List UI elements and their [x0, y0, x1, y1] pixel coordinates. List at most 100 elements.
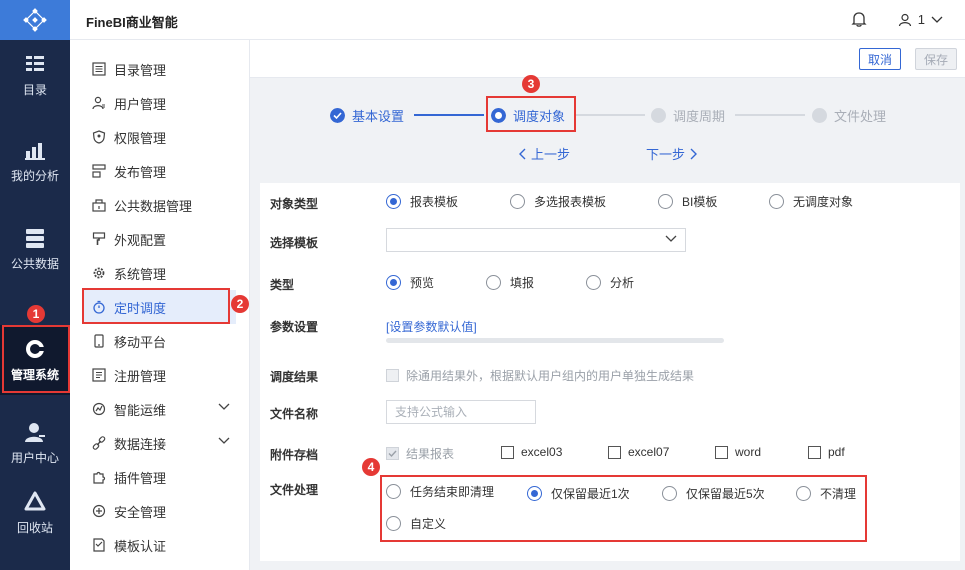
menu-item-system-management[interactable]: 系统管理 — [84, 256, 236, 290]
radio-analysis[interactable]: 分析 — [586, 274, 634, 291]
prev-label: 上一步 — [531, 147, 571, 162]
radio-no-object[interactable]: 无调度对象 — [769, 193, 853, 210]
menu-item-data-connection[interactable]: 数据连接 — [84, 426, 236, 460]
nav-label: 目录 — [22, 82, 47, 97]
step-connector — [414, 114, 484, 116]
menu-item-template-certification[interactable]: 模板认证 — [84, 528, 236, 562]
radio-fill[interactable]: 填报 — [486, 274, 534, 291]
menu-label: 移动平台 — [114, 334, 167, 350]
checkbox-pdf[interactable]: pdf — [808, 445, 845, 459]
step-file-handling[interactable]: 文件处理 — [812, 106, 886, 125]
chevron-left-icon — [519, 148, 526, 159]
nav-item-public-data[interactable]: 公共数据 — [0, 214, 70, 284]
radio-circle — [658, 194, 673, 209]
template-select[interactable] — [386, 228, 686, 252]
menu-item-public-data-management[interactable]: 公共数据管理 — [84, 188, 236, 222]
radio-label: BI模板 — [682, 195, 718, 209]
next-step-link[interactable]: 下一步 — [646, 144, 698, 163]
chevron-down-icon — [931, 16, 943, 23]
menu-label: 用户管理 — [114, 96, 167, 112]
checkbox-result-report[interactable]: 结果报表 — [386, 445, 454, 462]
highlight-box-1 — [2, 325, 70, 393]
checkbox-word[interactable]: word — [715, 445, 761, 459]
checkbox-label: 除通用结果外，根据默认用户组内的用户单独生成结果 — [406, 369, 695, 383]
checkbox-excel03[interactable]: excel03 — [501, 445, 562, 459]
params-label: 参数设置 — [270, 320, 319, 334]
checkbox-box — [715, 445, 728, 459]
nav-label: 回收站 — [16, 520, 53, 535]
radio-circle — [386, 194, 401, 209]
bell-icon[interactable] — [851, 11, 867, 27]
checkbox-excel07[interactable]: excel07 — [608, 445, 669, 459]
analysis-icon — [25, 142, 45, 160]
menu-label: 外观配置 — [114, 232, 167, 248]
cancel-button[interactable]: 取消 — [859, 48, 902, 70]
menu-label: 插件管理 — [114, 470, 167, 486]
radio-circle — [510, 194, 525, 209]
nav-item-user-center[interactable]: 用户中心 — [0, 408, 70, 478]
separate-result-checkbox[interactable]: 除通用结果外，根据默认用户组内的用户单独生成结果 — [386, 367, 694, 384]
menu-label: 发布管理 — [114, 164, 167, 180]
user-name: 1 — [917, 12, 925, 27]
menu-label: 目录管理 — [114, 62, 167, 78]
app-title: FineBI商业智能 — [86, 15, 178, 30]
app-logo[interactable] — [0, 0, 70, 40]
schedule-result-label: 调度结果 — [270, 370, 319, 384]
pending-step-icon — [812, 108, 827, 123]
prev-step-link[interactable]: 上一步 — [518, 144, 570, 163]
menu-item-intelligent-ops[interactable]: 智能运维 — [84, 392, 236, 426]
nav-item-my-analysis[interactable]: 我的分析 — [0, 126, 70, 196]
step-connector — [735, 114, 805, 116]
menu-item-permission-management[interactable]: 权限管理 — [84, 120, 236, 154]
filename-input[interactable]: 支持公式输入 — [386, 400, 536, 424]
certificate-icon — [93, 538, 105, 552]
nav-label: 我的分析 — [10, 168, 59, 183]
save-button[interactable]: 保存 — [915, 48, 958, 70]
menu-item-user-management[interactable]: 用户管理 — [84, 86, 236, 120]
radio-report-template[interactable]: 报表模板 — [386, 193, 458, 210]
left-nav: 目录 我的分析 公共数据 管理系统 用户中心 回收站 — [0, 0, 70, 570]
nav-label: 用户中心 — [10, 450, 59, 465]
menu-label: 数据连接 — [114, 436, 167, 452]
radio-multi-report-template[interactable]: 多选报表模板 — [510, 193, 606, 210]
action-bar: 取消 保存 — [250, 40, 965, 78]
pending-step-icon — [651, 108, 666, 123]
shield-icon — [92, 130, 106, 144]
menu-item-security-management[interactable]: 安全管理 — [84, 494, 236, 528]
step-label: 基本设置 — [352, 109, 405, 124]
user-menu[interactable]: 1 — [898, 12, 943, 27]
logo-icon — [23, 8, 47, 32]
menu-item-publish-management[interactable]: 发布管理 — [84, 154, 236, 188]
file-handling-label: 文件处理 — [270, 483, 319, 497]
menu-item-appearance-config[interactable]: 外观配置 — [84, 222, 236, 256]
menu-label: 注册管理 — [114, 368, 167, 384]
radio-preview[interactable]: 预览 — [386, 274, 434, 291]
menu-item-catalog-management[interactable]: 目录管理 — [84, 52, 236, 86]
radio-bi-template[interactable]: BI模板 — [658, 193, 717, 210]
nav-item-recycle-bin[interactable]: 回收站 — [0, 478, 70, 548]
chevron-right-icon — [690, 148, 698, 159]
wizard-steps: 基本设置 调度对象 调度周期 文件处理 上一步 下一步 — [250, 78, 965, 183]
menu-item-plugin-management[interactable]: 插件管理 — [84, 460, 236, 494]
database-icon — [26, 228, 44, 248]
checkbox-label: excel07 — [628, 445, 670, 459]
checkbox-box — [386, 447, 399, 460]
checkbox-box — [608, 445, 621, 459]
set-default-params-link[interactable]: [设置参数默认值] — [386, 318, 477, 335]
chevron-down-icon[interactable] — [218, 437, 230, 445]
step-schedule-cycle[interactable]: 调度周期 — [651, 106, 725, 125]
highlight-box-4 — [380, 475, 867, 542]
menu-item-mobile-platform[interactable]: 移动平台 — [84, 324, 236, 358]
step-badge-3: 3 — [522, 75, 540, 93]
radio-label: 报表模板 — [410, 195, 459, 209]
radio-circle — [486, 275, 501, 290]
menu-item-registration-management[interactable]: 注册管理 — [84, 358, 236, 392]
radio-circle — [386, 275, 401, 290]
chevron-down-icon[interactable] — [218, 403, 230, 411]
list-icon — [92, 62, 106, 76]
nav-item-catalog[interactable]: 目录 — [0, 40, 70, 110]
user-icon — [898, 13, 911, 26]
step-basic-settings[interactable]: 基本设置 — [330, 106, 404, 125]
checkbox-label: pdf — [828, 445, 845, 459]
ops-icon — [92, 402, 106, 416]
